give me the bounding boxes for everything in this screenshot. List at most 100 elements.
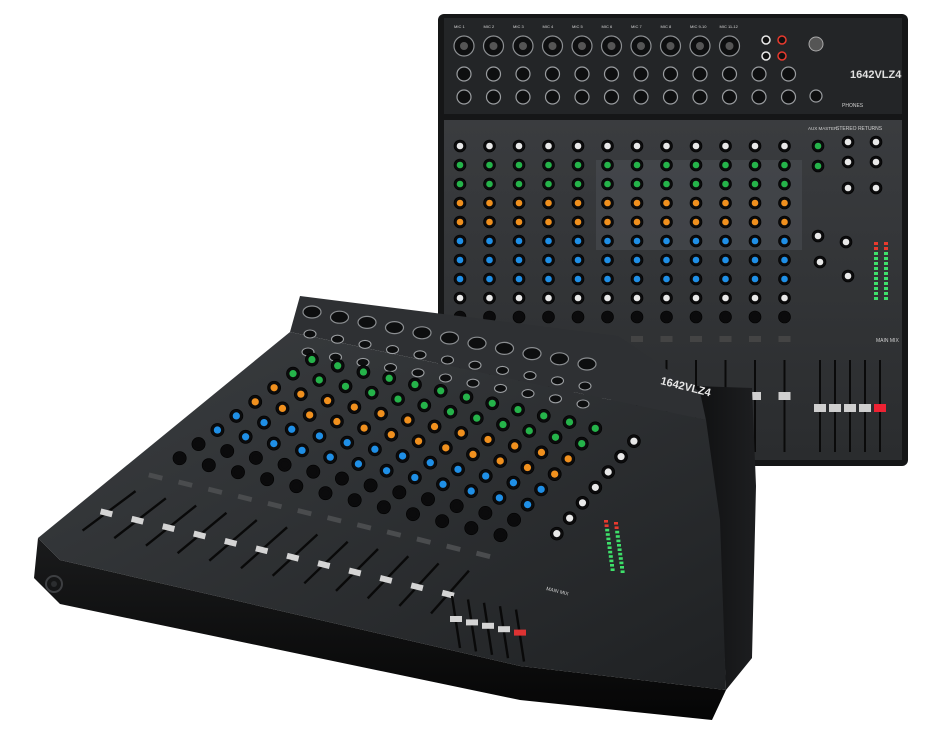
channel-top-label: MIC 2 (484, 24, 495, 29)
knob-cap (481, 509, 490, 517)
knob-cap (411, 380, 419, 389)
front-meter-led (618, 557, 623, 560)
knob-cap (574, 275, 582, 283)
knob-cap (486, 199, 493, 207)
insert-jack (751, 89, 767, 105)
rear-model-label: 1642VLZ4 (850, 69, 902, 81)
knob-cap (574, 256, 582, 264)
front-line-jack (303, 329, 317, 339)
knob-cap (751, 313, 759, 321)
meter-led (884, 297, 888, 300)
knob-cap (633, 161, 641, 169)
xlr-jack-pins (460, 42, 468, 50)
knob-cap (456, 256, 464, 264)
front-xlr-jack (302, 305, 322, 319)
knob-cap (515, 199, 523, 207)
channel-top-label: MIC 5 (572, 24, 583, 29)
knob-cap (223, 447, 231, 455)
knob-cap (633, 237, 641, 245)
knob-cap (722, 199, 729, 207)
insert-jack (633, 89, 649, 105)
rca-jack (777, 51, 787, 61)
meter-led (874, 242, 878, 245)
knob-cap (484, 435, 492, 444)
knob-cap (604, 468, 612, 476)
knob-cap (454, 465, 462, 473)
knob-cap (350, 403, 358, 411)
knob-cap (551, 433, 560, 441)
front-insert-jack (466, 378, 480, 388)
knob-cap (578, 439, 586, 448)
insert-jack (603, 89, 620, 105)
meter-led (884, 257, 888, 260)
knob-cap (486, 218, 493, 226)
mackie-logo-center (51, 581, 57, 587)
front-meter-led (617, 544, 621, 547)
front-xlr-jack (384, 321, 405, 335)
mute-button (749, 336, 761, 342)
knob-cap (692, 294, 700, 302)
knob-cap (663, 218, 670, 226)
front-meter-led (610, 564, 614, 567)
knob-cap (781, 313, 788, 321)
meter-led (884, 267, 888, 270)
knob-cap (439, 480, 447, 488)
mixer-photo: MIC 1 MIC 2 MIC 3 MIC 4 MIC 5 MIC 6 MIC 7 MIC 8… (34, 14, 908, 720)
front-insert-jack (548, 394, 563, 404)
knob-cap (872, 184, 880, 192)
knob-cap (424, 495, 432, 503)
knob-cap (411, 473, 419, 482)
knob-cap (270, 384, 278, 392)
knob-cap (545, 256, 552, 264)
knob-cap (260, 418, 268, 427)
knob-cap (545, 199, 552, 207)
knob-cap (523, 500, 532, 509)
knob-cap (781, 237, 788, 245)
knob-cap (751, 142, 759, 150)
knob-cap (341, 382, 350, 390)
front-mixer-angled-view: 1642VLZ4 MAIN MIX (34, 296, 756, 720)
meter-led (874, 292, 878, 295)
knob-cap (814, 232, 822, 240)
front-insert-jack (493, 383, 508, 393)
knob-cap (574, 161, 582, 169)
knob-cap (633, 313, 641, 321)
knob-cap (537, 448, 546, 457)
knob-cap (297, 390, 305, 398)
knob-cap (467, 524, 476, 532)
front-meter-led (615, 530, 620, 534)
knob-cap (456, 237, 464, 245)
knob-cap (633, 199, 641, 207)
knob-cap (722, 275, 729, 283)
knob-cap (514, 405, 522, 414)
meter-led (884, 262, 888, 265)
insert-jack (780, 89, 797, 105)
knob-cap (366, 481, 375, 490)
mute-button (778, 336, 791, 342)
knob-cap (545, 275, 552, 283)
knob-cap (398, 452, 407, 460)
knob-cap (486, 237, 493, 245)
front-master-fader-cap (514, 629, 526, 636)
line-jack (544, 66, 561, 82)
master-fader-cap (829, 404, 841, 412)
knob-cap (540, 412, 548, 420)
knob-cap (308, 355, 316, 364)
knob-cap (578, 499, 587, 507)
meter-led (874, 257, 878, 260)
knob-cap (263, 475, 271, 483)
knob-cap (663, 294, 670, 302)
fader-track (783, 360, 786, 452)
knob-cap (442, 444, 450, 452)
knob-cap (604, 180, 611, 188)
knob-cap (781, 275, 788, 283)
knob-cap (175, 454, 184, 462)
knob-cap (194, 440, 203, 448)
master-fader-cap (859, 404, 871, 412)
knob-cap (692, 256, 700, 264)
mute-button (690, 336, 702, 342)
knob-cap (604, 161, 611, 169)
mute-button (660, 336, 673, 342)
front-meter-led (617, 548, 622, 551)
front-xlr-jack (439, 331, 460, 345)
